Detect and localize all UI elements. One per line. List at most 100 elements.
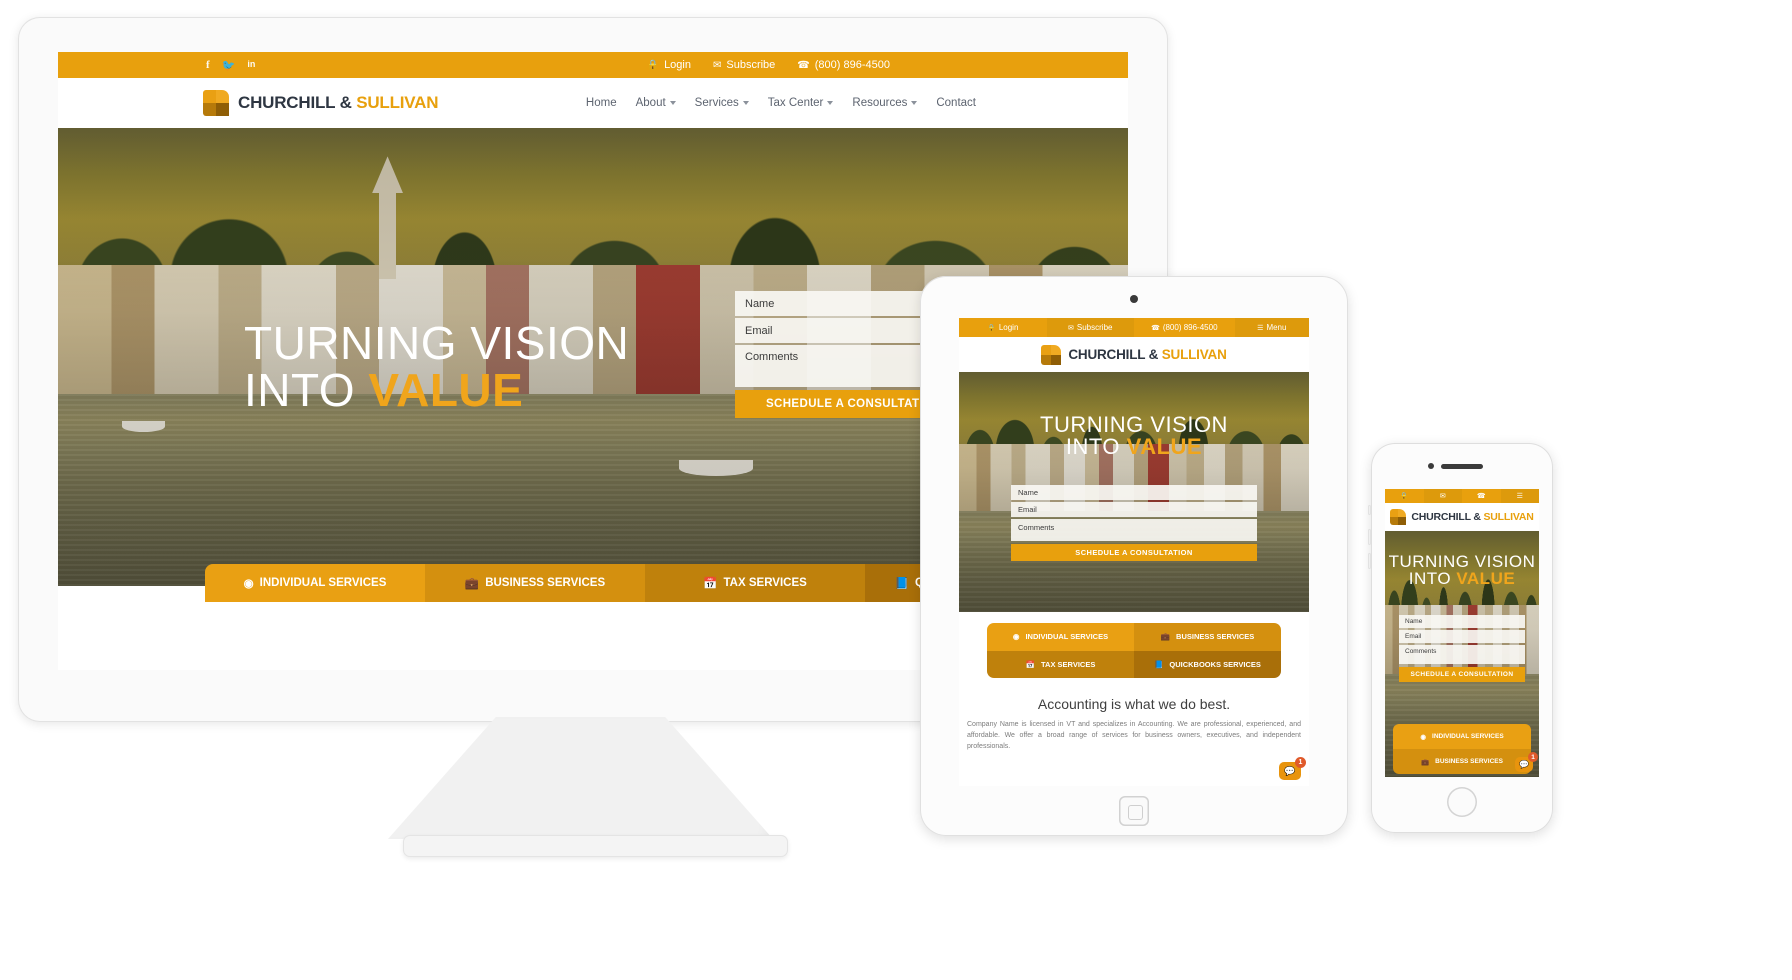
linkedin-icon[interactable]: in: [247, 59, 255, 72]
chat-widget[interactable]: 💬 1: [1279, 757, 1306, 780]
square-logo-icon: [1041, 344, 1062, 365]
brand-ampersand: &: [339, 93, 352, 112]
subscribe-link[interactable]: ✉ Subscribe: [713, 59, 775, 71]
nav-item-resources[interactable]: Resources: [852, 97, 918, 109]
subscribe-label: Subscribe: [1076, 323, 1113, 332]
hero-headline: TURNING VISION INTO VALUE: [959, 413, 1309, 459]
service-tab-business[interactable]: 💼 BUSINESS SERVICES: [1134, 623, 1281, 651]
subscribe-link[interactable]: ✉ Subscribe: [1046, 318, 1134, 337]
nav-item-contact[interactable]: Contact: [936, 97, 976, 109]
hamburger-icon: ☰: [1257, 324, 1264, 332]
envelope-icon: ✉: [1439, 493, 1446, 500]
comments-field[interactable]: Comments: [1399, 645, 1525, 664]
service-tab-label: INDIVIDUAL SERVICES: [1025, 632, 1109, 642]
name-field[interactable]: Name: [1399, 615, 1525, 628]
name-field[interactable]: Name: [1011, 485, 1257, 500]
comments-field-placeholder: Comments: [1018, 523, 1055, 532]
tablet-camera: [1130, 295, 1138, 303]
brand-ampersand: &: [1148, 347, 1159, 362]
twitter-icon[interactable]: 🐦: [222, 59, 236, 72]
nav-item-tax-center[interactable]: Tax Center: [768, 97, 834, 109]
menu-button[interactable]: ☰: [1500, 489, 1539, 503]
desktop-header: CHURCHILL & SULLIVAN Home About Services…: [58, 78, 1128, 128]
service-tab-individual[interactable]: ◉ INDIVIDUAL SERVICES: [205, 564, 425, 602]
login-link[interactable]: 🔒 Login: [959, 318, 1047, 337]
tablet-topbar: 🔒 Login ✉ Subscribe ☎ (800) 896-4500 ☰ M…: [959, 318, 1309, 337]
phone-camera: [1428, 463, 1434, 469]
tablet-header: CHURCHILL & SULLIVAN: [959, 337, 1309, 372]
phone-silent-switch[interactable]: [1368, 505, 1371, 515]
tablet-contact-form: Name Email Comments SCHEDULE A CONSULTAT…: [1011, 485, 1257, 561]
brand-logo[interactable]: CHURCHILL & SULLIVAN: [1041, 344, 1227, 365]
service-tab-tax[interactable]: 📅 TAX SERVICES: [987, 650, 1134, 678]
service-tab-business[interactable]: 💼 BUSINESS SERVICES: [1393, 749, 1531, 774]
email-field[interactable]: Email: [1011, 502, 1257, 517]
phone-volume-down-button[interactable]: [1368, 553, 1371, 569]
service-tab-tax[interactable]: 📅 TAX SERVICES: [645, 564, 865, 602]
hero-headline-line2-plain: INTO: [1065, 434, 1127, 460]
nav-item-home[interactable]: Home: [586, 97, 617, 109]
phone-link[interactable]: ☎ (800) 896-4500: [797, 59, 890, 71]
person-circle-icon: ◉: [1420, 733, 1427, 741]
schedule-consultation-button[interactable]: SCHEDULE A CONSULTATION: [1011, 544, 1257, 561]
briefcase-icon: 💼: [1421, 758, 1430, 766]
nav-label: Contact: [936, 97, 976, 109]
menu-button[interactable]: ☰ Menu: [1234, 318, 1309, 337]
hero-headline-line1: TURNING VISION: [244, 317, 630, 369]
hero-headline-line2: INTO VALUE: [959, 436, 1309, 458]
schedule-consultation-button[interactable]: SCHEDULE A CONSULTATION: [1399, 667, 1525, 682]
book-icon: 📘: [894, 578, 909, 590]
lock-icon: 🔒: [1399, 493, 1409, 500]
nav-label: Tax Center: [767, 97, 824, 109]
nav-label: Resources: [852, 97, 908, 109]
phone-call-button[interactable]: ☎: [1462, 489, 1501, 503]
square-logo-icon: [1390, 509, 1407, 525]
tablet-hero: TURNING VISION INTO VALUE Name Email Com…: [959, 372, 1309, 612]
facebook-icon[interactable]: f: [206, 59, 210, 72]
tablet-device: 🔒 Login ✉ Subscribe ☎ (800) 896-4500 ☰ M…: [920, 276, 1348, 836]
email-field[interactable]: Email: [1399, 630, 1525, 643]
brand-name-part1: CHURCHILL: [238, 93, 336, 112]
subscribe-button[interactable]: ✉: [1423, 489, 1462, 503]
main-nav: Home About Services Tax Center Resources…: [586, 97, 976, 109]
phone-icon: ☎: [1476, 493, 1486, 500]
hamburger-icon: ☰: [1516, 493, 1523, 500]
chevron-down-icon: [669, 100, 676, 105]
nav-item-services[interactable]: Services: [695, 97, 749, 109]
comments-field[interactable]: Comments: [1011, 519, 1257, 541]
chat-widget[interactable]: 💬 1: [1515, 752, 1538, 772]
phone-home-button[interactable]: [1447, 787, 1477, 817]
lock-icon: 🔒: [646, 59, 660, 71]
social-links[interactable]: f 🐦 in: [206, 59, 255, 72]
schedule-consultation-label: SCHEDULE A CONSULTATION: [765, 398, 942, 410]
envelope-icon: ✉: [712, 59, 722, 71]
chevron-down-icon: [827, 100, 834, 105]
hero-headline-line2-plain: INTO: [1408, 569, 1457, 589]
service-tab-label: INDIVIDUAL SERVICES: [1432, 733, 1504, 740]
service-tab-business[interactable]: 💼 BUSINESS SERVICES: [425, 564, 645, 602]
monitor-stand-base: [403, 835, 788, 857]
lock-icon: 🔒: [987, 324, 996, 332]
service-tab-individual[interactable]: ◉ INDIVIDUAL SERVICES: [1393, 724, 1531, 749]
service-tab-label: BUSINESS SERVICES: [485, 577, 606, 589]
tablet-content-block: Accounting is what we do best. Company N…: [959, 696, 1309, 753]
login-link[interactable]: 🔒 Login: [647, 59, 691, 71]
calendar-icon: 📅: [1025, 659, 1035, 669]
nav-item-about[interactable]: About: [636, 97, 676, 109]
book-icon: 📘: [1154, 659, 1164, 669]
hero-headline-line2-highlight: VALUE: [1456, 569, 1516, 589]
brand-logo[interactable]: CHURCHILL & SULLIVAN: [1390, 509, 1534, 525]
brand-name: CHURCHILL & SULLIVAN: [1411, 511, 1533, 523]
tablet-home-button[interactable]: [1119, 796, 1149, 826]
person-circle-icon: ◉: [243, 578, 254, 590]
brand-logo[interactable]: CHURCHILL & SULLIVAN: [203, 90, 439, 116]
phone-volume-up-button[interactable]: [1368, 529, 1371, 545]
chevron-down-icon: [742, 100, 749, 105]
person-circle-icon: ◉: [1012, 632, 1020, 642]
service-tab-quickbooks[interactable]: 📘 QUICKBOOKS SERVICES: [1134, 650, 1281, 678]
service-tab-individual[interactable]: ◉ INDIVIDUAL SERVICES: [987, 623, 1134, 651]
login-label: Login: [998, 323, 1019, 332]
phone-link[interactable]: ☎ (800) 896-4500: [1134, 318, 1235, 337]
login-button[interactable]: 🔒: [1385, 489, 1424, 503]
phone-header: CHURCHILL & SULLIVAN: [1385, 503, 1539, 531]
